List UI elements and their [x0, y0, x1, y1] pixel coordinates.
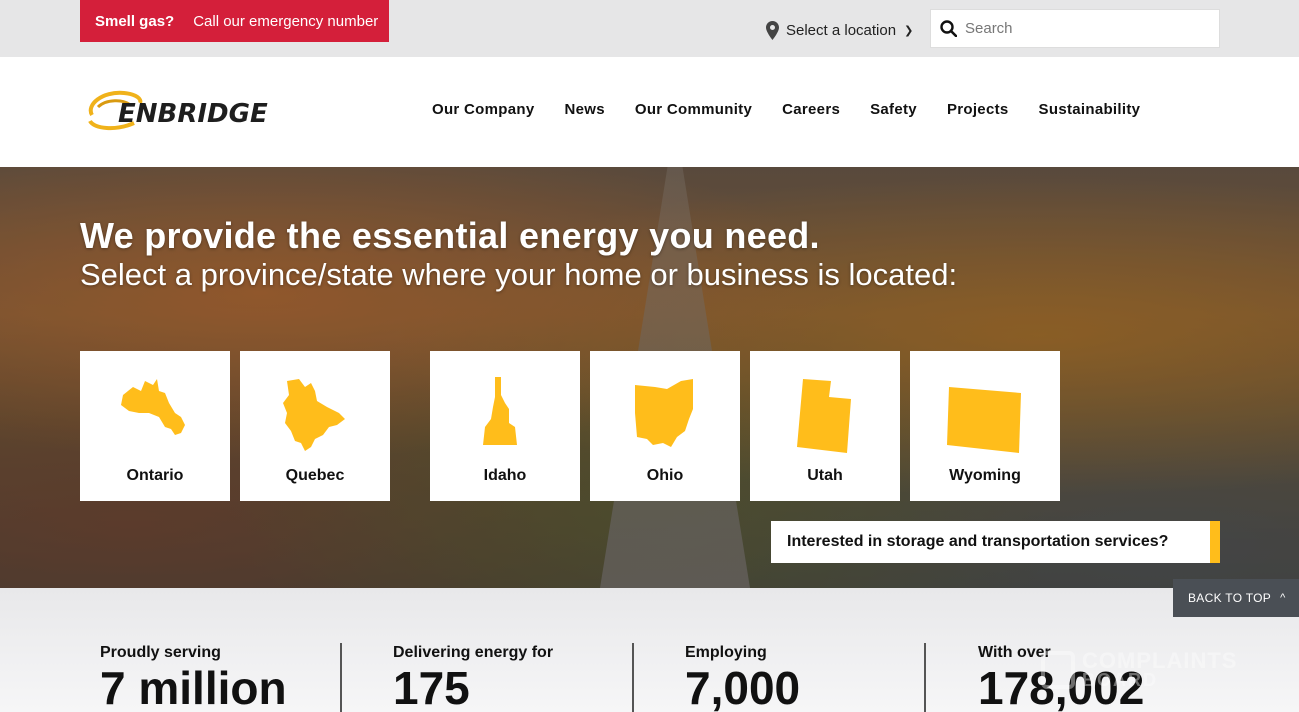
- ohio-map-icon: [635, 379, 693, 447]
- region-card-wyoming[interactable]: Wyoming: [910, 351, 1060, 501]
- location-label: Select a location: [786, 21, 897, 39]
- stat-value: 175: [393, 662, 470, 712]
- location-selector[interactable]: Select a location ❯: [766, 18, 913, 42]
- region-card-utah[interactable]: Utah: [750, 351, 900, 501]
- main-header: ENBRIDGE Our Company News Our Community …: [0, 57, 1299, 167]
- stat-label: Employing: [685, 644, 767, 661]
- region-label: Ohio: [646, 467, 684, 484]
- nav-careers[interactable]: Careers: [782, 101, 840, 118]
- region-label: Utah: [807, 467, 843, 484]
- logo-text: ENBRIDGE: [118, 99, 268, 129]
- hero-title: We provide the essential energy you need…: [80, 215, 820, 256]
- region-card-idaho[interactable]: Idaho: [430, 351, 580, 501]
- region-card-ohio[interactable]: Ohio: [590, 351, 740, 501]
- region-label: Idaho: [483, 467, 527, 484]
- stat-value: 7,000: [685, 662, 801, 712]
- back-to-top-button[interactable]: BACK TO TOP ^: [1173, 579, 1299, 617]
- search-icon: [940, 20, 957, 37]
- quebec-map-icon: [283, 379, 345, 451]
- search-input[interactable]: [965, 20, 1205, 37]
- emergency-banner[interactable]: Smell gas? Call our emergency number: [80, 0, 389, 42]
- region-card-quebec[interactable]: Quebec: [240, 351, 390, 501]
- hero-section: We provide the essential energy you need…: [0, 167, 1299, 588]
- back-to-top-label: BACK TO TOP: [1188, 591, 1272, 605]
- ontario-map-icon: [121, 379, 185, 435]
- nav-safety[interactable]: Safety: [870, 101, 917, 118]
- idaho-map-icon: [483, 377, 517, 445]
- stat-label: Delivering energy for: [393, 644, 554, 661]
- complaints-board-watermark: COMPLAINTS BOARD: [1040, 648, 1255, 693]
- region-label: Quebec: [285, 467, 345, 484]
- watermark-text-2: BOARD: [1082, 670, 1158, 690]
- chevron-down-icon: ❯: [904, 24, 914, 37]
- region-card-ontario[interactable]: Ontario: [80, 351, 230, 501]
- nav-projects[interactable]: Projects: [947, 101, 1009, 118]
- region-label: Wyoming: [949, 467, 1021, 484]
- map-pin-icon: [766, 20, 779, 40]
- stat-years: Delivering energy for 175: [393, 644, 553, 711]
- storage-transport-link[interactable]: Interested in storage and transportation…: [771, 521, 1220, 563]
- primary-nav: Our Company News Our Community Careers S…: [432, 101, 1170, 118]
- nav-sustainability[interactable]: Sustainability: [1039, 101, 1141, 118]
- stat-divider: [924, 643, 926, 712]
- smell-gas-label: Smell gas?: [95, 12, 175, 30]
- watermark-logo-icon: [1041, 651, 1075, 689]
- region-label: Ontario: [126, 467, 184, 484]
- wyoming-map-icon: [947, 387, 1021, 453]
- nav-news[interactable]: News: [564, 101, 604, 118]
- stat-value: 7 million: [100, 662, 287, 712]
- chevron-up-icon: ^: [1280, 592, 1286, 604]
- stat-divider: [632, 643, 634, 712]
- stat-label: Proudly serving: [100, 644, 221, 661]
- hero-subtitle: Select a province/state where your home …: [80, 257, 958, 292]
- search-box: [930, 9, 1220, 48]
- utility-bar: Smell gas? Call our emergency number Sel…: [0, 0, 1299, 57]
- nav-our-community[interactable]: Our Community: [635, 101, 752, 118]
- utah-map-icon: [797, 379, 851, 453]
- enbridge-logo[interactable]: ENBRIDGE: [84, 87, 274, 133]
- stat-divider: [340, 643, 342, 712]
- stat-employees: Employing 7,000: [685, 644, 800, 711]
- emergency-number-link: Call our emergency number: [193, 12, 379, 30]
- nav-our-company[interactable]: Our Company: [432, 101, 534, 118]
- stat-customers: Proudly serving 7 million: [100, 644, 287, 711]
